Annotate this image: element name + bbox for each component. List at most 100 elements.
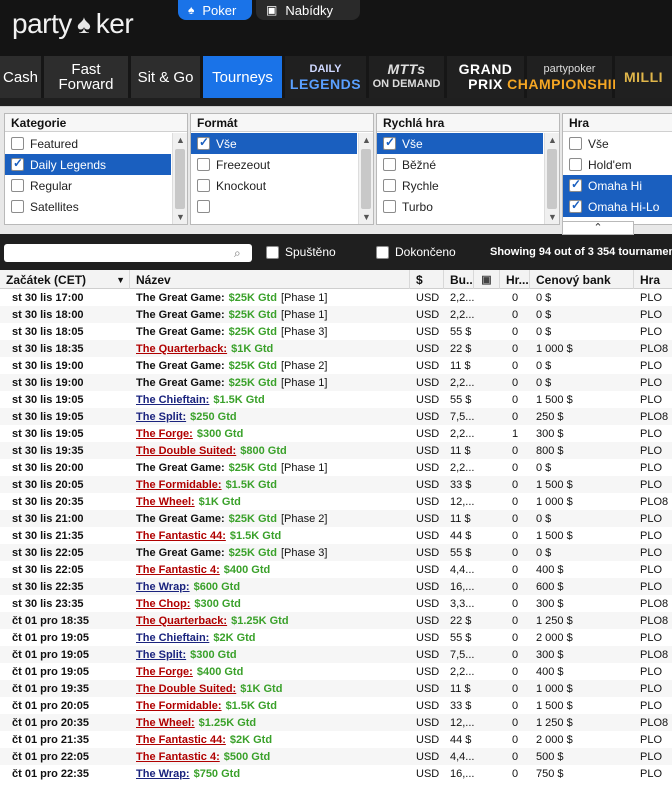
table-row[interactable]: st 30 lis 17:00 The Great Game: $25K Gtd [P… <box>0 289 672 306</box>
cell-name[interactable]: The Double Suited: $800 Gtd <box>130 442 410 459</box>
partypoker-logo[interactable]: party ♠ ker <box>12 8 134 40</box>
tournament-name[interactable]: The Double Suited: <box>136 445 236 457</box>
nav-mtts-on-demand[interactable]: MTTs ON DEMAND <box>369 56 447 98</box>
tournament-name[interactable]: The Forge: <box>136 428 193 440</box>
table-row[interactable]: st 30 lis 20:05 The Formidable: $1.5K Gtd U… <box>0 476 672 493</box>
tournament-name[interactable]: The Fantastic 4: <box>136 751 220 763</box>
checkbox[interactable] <box>197 179 210 192</box>
table-row[interactable]: čt 01 pro 22:05 The Fantastic 4: $500 Gtd U… <box>0 748 672 765</box>
filter-option[interactable]: Knockout <box>191 175 357 196</box>
finished-toggle[interactable]: Dokončeno <box>376 245 456 259</box>
scroll-thumb[interactable] <box>175 149 185 209</box>
tournament-name[interactable]: The Fantastic 44: <box>136 734 226 746</box>
filter-option[interactable]: Satellites <box>5 196 171 217</box>
filter-option[interactable]: Omaha Hi <box>563 175 672 196</box>
checkbox[interactable] <box>569 158 582 171</box>
tournament-name[interactable]: The Chop: <box>136 598 190 610</box>
table-row[interactable]: čt 01 pro 21:35 The Fantastic 44: $2K Gtd U… <box>0 731 672 748</box>
table-row[interactable]: čt 01 pro 19:35 The Double Suited: $1K Gtd… <box>0 680 672 697</box>
table-row[interactable]: st 30 lis 19:35 The Double Suited: $800 Gt… <box>0 442 672 459</box>
scroll-thumb[interactable] <box>547 149 557 209</box>
chevron-down-icon[interactable]: ▼ <box>173 210 188 224</box>
filter-scrollbar[interactable]: ▲ ▼ <box>358 133 373 224</box>
cell-name[interactable]: The Chieftain: $1.5K Gtd <box>130 391 410 408</box>
cell-name[interactable]: The Fantastic 4: $500 Gtd <box>130 748 410 765</box>
nav-sit-go[interactable]: Sit & Go <box>131 56 203 98</box>
cell-name[interactable]: The Great Game: $25K Gtd [Phase 2] <box>130 357 410 374</box>
col-currency[interactable]: $ <box>410 270 444 289</box>
table-row[interactable]: st 30 lis 21:00 The Great Game: $25K Gtd [P… <box>0 510 672 527</box>
checkbox[interactable] <box>376 245 389 259</box>
nav-cash[interactable]: Cash <box>0 56 44 98</box>
table-row[interactable]: čt 01 pro 19:05 The Chieftain: $2K Gtd USD 5… <box>0 629 672 646</box>
checkbox-checked[interactable] <box>569 198 582 213</box>
cell-name[interactable]: The Fantastic 4: $400 Gtd <box>130 561 410 578</box>
tournament-name[interactable]: The Great Game: <box>136 360 225 372</box>
checkbox-checked[interactable] <box>569 177 582 192</box>
filter-option[interactable]: Freezeout <box>191 154 357 175</box>
tournament-name[interactable]: The Great Game: <box>136 309 225 321</box>
table-row[interactable]: st 30 lis 23:35 The Chop: $300 Gtd USD 3,3..… <box>0 595 672 612</box>
tournament-name[interactable]: The Formidable: <box>136 479 222 491</box>
cell-name[interactable]: The Wheel: $1.25K Gtd <box>130 714 410 731</box>
table-row[interactable]: st 30 lis 19:05 The Forge: $300 Gtd USD 2,2.… <box>0 425 672 442</box>
table-row[interactable]: st 30 lis 18:05 The Great Game: $25K Gtd [P… <box>0 323 672 340</box>
table-row[interactable]: čt 01 pro 22:35 The Wrap: $750 Gtd USD 16,..… <box>0 765 672 782</box>
table-row[interactable]: st 30 lis 19:05 The Chieftain: $1.5K Gtd US… <box>0 391 672 408</box>
table-row[interactable]: st 30 lis 18:35 The Quarterback: $1K Gtd US… <box>0 340 672 357</box>
checkbox[interactable] <box>383 158 396 171</box>
tournament-name[interactable]: The Wrap: <box>136 768 190 780</box>
table-row[interactable]: st 30 lis 22:05 The Fantastic 4: $400 Gtd U… <box>0 561 672 578</box>
tournament-name[interactable]: The Quarterback: <box>136 343 227 355</box>
checkbox[interactable] <box>197 158 210 171</box>
checkbox[interactable] <box>197 200 210 213</box>
tournament-name[interactable]: The Great Game: <box>136 462 225 474</box>
cell-name[interactable]: The Great Game: $25K Gtd [Phase 1] <box>130 459 410 476</box>
table-row[interactable]: st 30 lis 20:00 The Great Game: $25K Gtd [P… <box>0 459 672 476</box>
filter-option[interactable]: Turbo <box>377 196 543 217</box>
table-row[interactable]: st 30 lis 20:35 The Wheel: $1K Gtd USD 12,..… <box>0 493 672 510</box>
filter-option[interactable]: Hold'em <box>563 154 672 175</box>
filter-option[interactable]: Regular <box>5 175 171 196</box>
col-game[interactable]: Hra <box>634 270 672 289</box>
checkbox[interactable] <box>569 137 582 150</box>
filter-scrollbar[interactable]: ▲ ▼ <box>172 133 187 224</box>
nav-millions[interactable]: MILLI <box>615 56 672 98</box>
tournament-name[interactable]: The Double Suited: <box>136 683 236 695</box>
cell-name[interactable]: The Split: $250 Gtd <box>130 408 410 425</box>
chevron-up-icon[interactable]: ▲ <box>359 133 374 147</box>
table-row[interactable]: čt 01 pro 19:05 The Split: $300 Gtd USD 7,5.… <box>0 646 672 663</box>
cell-name[interactable]: The Wrap: $600 Gtd <box>130 578 410 595</box>
checkbox-checked[interactable] <box>197 135 210 150</box>
table-row[interactable]: st 30 lis 19:00 The Great Game: $25K Gtd [P… <box>0 374 672 391</box>
col-prize[interactable]: Cenový bank <box>530 270 634 289</box>
nav-tourneys[interactable]: Tourneys <box>203 56 285 98</box>
cell-name[interactable]: The Split: $300 Gtd <box>130 646 410 663</box>
checkbox[interactable] <box>11 200 24 213</box>
tournament-name[interactable]: The Wheel: <box>136 717 195 729</box>
tournament-name[interactable]: The Fantastic 44: <box>136 530 226 542</box>
search-icon[interactable]: ⌕ <box>234 246 248 260</box>
cell-name[interactable]: The Wheel: $1K Gtd <box>130 493 410 510</box>
table-row[interactable]: st 30 lis 19:05 The Split: $250 Gtd USD 7,5.… <box>0 408 672 425</box>
col-name[interactable]: Název <box>130 270 410 289</box>
table-row[interactable]: st 30 lis 22:35 The Wrap: $600 Gtd USD 16,..… <box>0 578 672 595</box>
cell-name[interactable]: The Great Game: $25K Gtd [Phase 3] <box>130 544 410 561</box>
tournament-name[interactable]: The Wheel: <box>136 496 195 508</box>
filter-option[interactable]: Běžné <box>377 154 543 175</box>
cell-name[interactable]: The Great Game: $25K Gtd [Phase 1] <box>130 289 410 306</box>
table-row[interactable]: čt 01 pro 20:05 The Formidable: $1.5K Gtd U… <box>0 697 672 714</box>
cell-name[interactable]: The Quarterback: $1K Gtd <box>130 340 410 357</box>
table-row[interactable]: čt 01 pro 19:05 The Forge: $400 Gtd USD 2,2.… <box>0 663 672 680</box>
checkbox[interactable] <box>383 179 396 192</box>
running-toggle[interactable]: Spuštěno <box>266 245 336 259</box>
filter-option[interactable] <box>191 196 357 217</box>
filter-option[interactable]: Vše <box>191 133 357 154</box>
tournament-name[interactable]: The Split: <box>136 411 186 423</box>
chevron-down-icon[interactable]: ▼ <box>545 210 560 224</box>
filter-option[interactable]: Rychle <box>377 175 543 196</box>
table-row[interactable]: čt 01 pro 18:35 The Quarterback: $1.25K Gt… <box>0 612 672 629</box>
table-row[interactable]: st 30 lis 22:05 The Great Game: $25K Gtd [P… <box>0 544 672 561</box>
filter-option[interactable]: Vše <box>563 133 672 154</box>
chevron-up-icon[interactable]: ▲ <box>545 133 560 147</box>
